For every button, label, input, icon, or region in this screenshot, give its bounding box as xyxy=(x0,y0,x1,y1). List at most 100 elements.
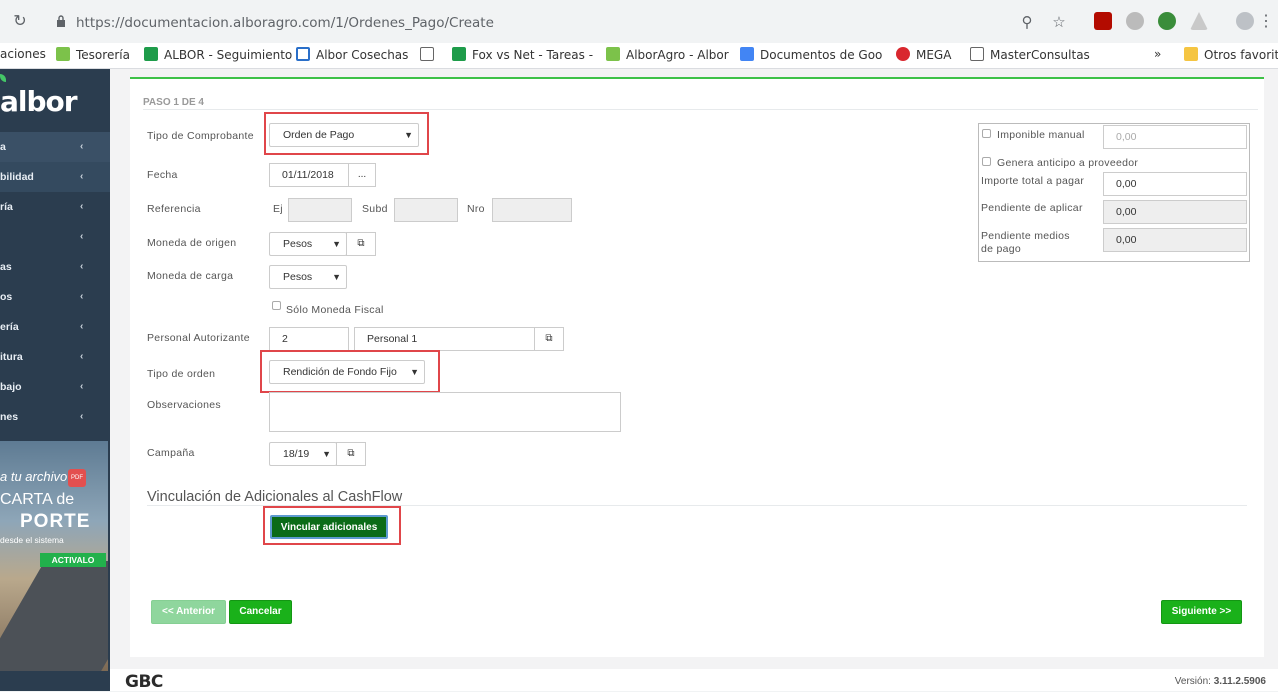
sidebar-item[interactable]: ría ‹ xyxy=(0,192,110,222)
external-link-icon[interactable]: ⧉ xyxy=(346,232,376,256)
bookmarks-overflow[interactable]: » xyxy=(1154,47,1161,61)
sidebar-item[interactable]: ería ‹ xyxy=(0,312,110,342)
ej-input xyxy=(288,198,352,222)
chevron-left-icon: ‹ xyxy=(80,171,84,182)
url-text: https://documentacion.alboragro.com/1/Or… xyxy=(76,15,494,31)
ej-label: Ej xyxy=(273,203,283,215)
cancelar-button[interactable]: Cancelar xyxy=(229,600,292,624)
scrollbar[interactable] xyxy=(1264,69,1278,669)
footer: GBC Versión: 3.11.2.5906 xyxy=(110,669,1278,692)
external-link-icon[interactable]: ⧉ xyxy=(336,442,366,466)
fecha-input[interactable]: 01/11/2018 xyxy=(269,163,349,187)
page-icon xyxy=(420,47,434,61)
leaf-icon xyxy=(56,47,70,61)
chevron-left-icon: ‹ xyxy=(80,351,84,362)
tipo-orden-label: Tipo de orden xyxy=(147,368,216,380)
sidebar-item[interactable]: nes ‹ xyxy=(0,402,110,432)
personal-code-input[interactable]: 2 xyxy=(269,327,349,351)
carta-de-porte-banner[interactable]: a tu archivo PDF CARTA de PORTE desde el… xyxy=(0,441,108,671)
siguiente-button[interactable]: Siguiente >> xyxy=(1161,600,1242,624)
tipo-comprobante-label: Tipo de Comprobante xyxy=(147,130,254,142)
bookmark-item[interactable]: aciones xyxy=(0,47,46,61)
acrobat-extension-icon[interactable] xyxy=(1094,12,1112,30)
moneda-carga-select[interactable]: Pesos ▼ xyxy=(269,265,347,289)
extension-globe-icon[interactable] xyxy=(1158,12,1176,30)
banner-line2: CARTA de xyxy=(0,491,75,508)
chevron-left-icon: ‹ xyxy=(80,291,84,302)
sidebar-item[interactable]: bajo ‹ xyxy=(0,372,110,402)
importe-total-label: Importe total a pagar xyxy=(981,175,1085,187)
referencia-label: Referencia xyxy=(147,203,201,215)
anterior-button[interactable]: << Anterior xyxy=(151,600,226,624)
imponible-manual-checkbox[interactable] xyxy=(982,129,991,138)
bookmark-item[interactable]: Documentos de Goo xyxy=(740,47,882,62)
fecha-picker-button[interactable]: ... xyxy=(348,163,376,187)
drive-extension-icon[interactable] xyxy=(1190,12,1208,30)
bookmark-item[interactable]: Tesorería xyxy=(56,47,130,62)
caret-down-icon: ▼ xyxy=(322,449,331,459)
genera-anticipo-checkbox[interactable] xyxy=(982,157,991,166)
pendiente-aplicar-label: Pendiente de aplicar xyxy=(981,202,1083,214)
sidebar-item[interactable]: as ‹ xyxy=(0,252,110,282)
tipo-orden-select[interactable]: Rendición de Fondo Fijo ▼ xyxy=(269,360,425,384)
sidebar-item[interactable]: itura ‹ xyxy=(0,342,110,372)
sidebar-item[interactable]: bilidad ‹ xyxy=(0,162,110,192)
external-link-icon[interactable]: ⧉ xyxy=(534,327,564,351)
chevron-left-icon: ‹ xyxy=(80,201,84,212)
importe-total-input[interactable]: 0,00 xyxy=(1103,172,1247,196)
bookmark-item[interactable]: ALBOR - Seguimiento xyxy=(144,47,292,62)
subd-input xyxy=(394,198,458,222)
bookmark-item[interactable]: MasterConsultas xyxy=(970,47,1090,62)
address-bar[interactable]: https://documentacion.alboragro.com/1/Or… xyxy=(44,7,1080,38)
section-title: Vinculación de Adicionales al CashFlow xyxy=(147,489,403,505)
bookmark-item[interactable]: Albor Cosechas xyxy=(296,47,408,62)
mega-icon xyxy=(896,47,910,61)
logo: albor xyxy=(0,85,78,118)
profile-avatar-icon[interactable] xyxy=(1236,12,1254,30)
bookmark-item[interactable]: Fox vs Net - Tareas - xyxy=(452,47,593,62)
moneda-carga-label: Moneda de carga xyxy=(147,270,234,282)
chevron-left-icon: ‹ xyxy=(80,381,84,392)
totals-box: Imponible manual 0,00 Genera anticipo a … xyxy=(978,123,1250,262)
zoom-icon[interactable]: ⚲ xyxy=(1018,14,1036,32)
sheets-icon xyxy=(144,47,158,61)
step-indicator: PASO 1 DE 4 xyxy=(143,97,204,108)
fecha-label: Fecha xyxy=(147,169,178,181)
vincular-adicionales-button[interactable]: Vincular adicionales xyxy=(270,515,388,539)
menu-dots-icon[interactable]: ⋮ xyxy=(1256,12,1276,32)
subd-label: Subd xyxy=(362,203,388,215)
road-graphic xyxy=(0,561,108,671)
solo-moneda-fiscal-checkbox[interactable] xyxy=(272,301,281,310)
sidebar: albor a ‹ bilidad ‹ ría ‹ ‹ as ‹ os ‹ ería ‹ i… xyxy=(0,69,110,691)
gbc-logo: GBC xyxy=(125,672,163,692)
bookmark-star-icon[interactable]: ☆ xyxy=(1050,14,1068,32)
tipo-comprobante-select[interactable]: Orden de Pago ▼ xyxy=(269,123,419,147)
chevron-left-icon: ‹ xyxy=(80,231,84,242)
sidebar-item[interactable]: os ‹ xyxy=(0,282,110,312)
extension-circle-icon[interactable] xyxy=(1126,12,1144,30)
genera-anticipo-label: Genera anticipo a proveedor xyxy=(997,157,1139,169)
bookmark-folder[interactable]: Otros favorito xyxy=(1184,47,1278,62)
bookmark-item[interactable]: AlborAgro - Albor xyxy=(606,47,729,62)
version-text: Versión: 3.11.2.5906 xyxy=(1174,676,1266,687)
browser-toolbar: ↻ https://documentacion.alboragro.com/1/… xyxy=(0,0,1278,45)
observaciones-textarea[interactable] xyxy=(269,392,621,432)
main-content: PASO 1 DE 4 Tipo de Comprobante Orden de… xyxy=(110,69,1278,669)
moneda-origen-select[interactable]: Pesos ▼ xyxy=(269,232,347,256)
activalo-badge[interactable]: ACTIVALO xyxy=(40,553,106,567)
caret-down-icon: ▼ xyxy=(332,272,341,282)
campana-select[interactable]: 18/19 ▼ xyxy=(269,442,337,466)
bookmark-item[interactable] xyxy=(420,47,440,62)
personal-label: Personal Autorizante xyxy=(147,332,250,344)
caret-down-icon: ▼ xyxy=(410,367,419,377)
campana-label: Campaña xyxy=(147,447,195,459)
nro-input xyxy=(492,198,572,222)
bookmark-item[interactable]: MEGA xyxy=(896,47,951,62)
sidebar-item[interactable]: ‹ xyxy=(0,222,110,252)
solo-moneda-fiscal-label: Sólo Moneda Fiscal xyxy=(286,304,384,316)
sidebar-item[interactable]: a ‹ xyxy=(0,132,110,162)
folder-icon xyxy=(1184,47,1198,61)
personal-name-input[interactable]: Personal 1 xyxy=(354,327,535,351)
reload-icon[interactable]: ↻ xyxy=(10,12,30,32)
imponible-manual-input: 0,00 xyxy=(1103,125,1247,149)
